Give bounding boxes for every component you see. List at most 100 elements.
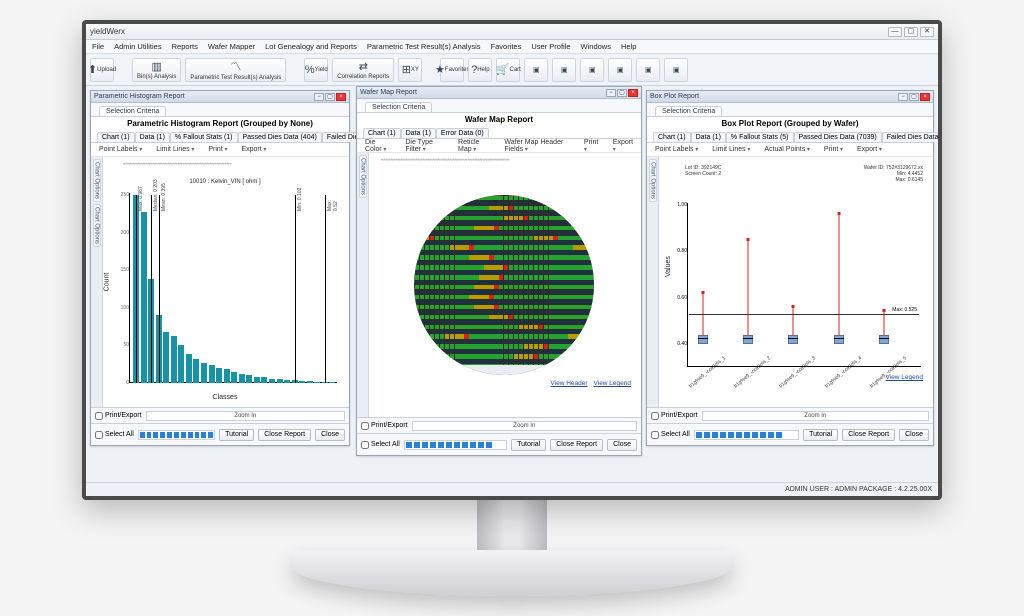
wafer-window-title[interactable]: Wafer Map Report −▢× (357, 87, 641, 99)
subtab[interactable]: % Fallout Stats (1) (170, 132, 238, 142)
zoom-in-button[interactable]: Zoom In (702, 411, 929, 421)
maximize-button[interactable]: ▢ (904, 27, 918, 37)
toolbar-extra-1[interactable]: ▣ (552, 58, 576, 82)
option-point-labels[interactable]: Point Labels (651, 145, 702, 154)
dock-close-icon[interactable]: × (920, 93, 930, 101)
menu-favorites[interactable]: Favorites (491, 42, 522, 51)
subtab[interactable]: Data (1) (691, 132, 726, 142)
side-panel-tab[interactable]: Chart Options (93, 204, 101, 247)
option-export[interactable]: Export (609, 138, 637, 154)
toolbar-bins-button[interactable]: ▥Bin(s) Analysis (132, 58, 181, 82)
subtab[interactable]: Chart (1) (97, 132, 135, 142)
close-button[interactable]: Close (899, 429, 929, 441)
option-limit-lines[interactable]: Limit Lines (152, 145, 198, 154)
option-export[interactable]: Export (853, 145, 886, 154)
select-all-checkbox[interactable]: Select All (361, 441, 400, 449)
subtab[interactable]: Passed Dies Data (404) (238, 132, 322, 142)
subtab[interactable]: Chart (1) (653, 132, 691, 142)
toolbar-cart-button[interactable]: 🛒Cart (496, 58, 520, 82)
toolbar-fav-button[interactable]: ★Favorites (440, 58, 464, 82)
option-print[interactable]: Print (820, 145, 847, 154)
dock-min-icon[interactable]: − (898, 93, 908, 101)
dock-min-icon[interactable]: − (606, 89, 616, 97)
view-legend-link[interactable]: View Legend (594, 380, 631, 387)
option-actual-points[interactable]: Actual Points (760, 145, 814, 154)
dock-close-icon[interactable]: × (628, 89, 638, 97)
menu-file[interactable]: File (92, 42, 104, 51)
dock-min-icon[interactable]: − (314, 93, 324, 101)
subtab[interactable]: Data (1) (401, 128, 436, 138)
option-print[interactable]: Print (580, 138, 603, 154)
select-all-checkbox[interactable]: Select All (651, 431, 690, 439)
menu-admin-utilities[interactable]: Admin Utilities (114, 42, 162, 51)
option-export[interactable]: Export (237, 145, 270, 154)
toolbar-corr-button[interactable]: ⇄Correlation Reports (332, 58, 394, 82)
wafer-map-plot[interactable]: ≈≈≈≈≈≈≈≈≈≈≈≈≈≈≈≈≈≈≈≈≈≈≈≈≈≈≈≈≈≈≈≈≈≈≈≈≈≈≈≈… (371, 157, 637, 413)
option-die-type-filter[interactable]: Die Type Filter (401, 138, 448, 154)
toolbar-xy-button[interactable]: ⊞XY (398, 58, 422, 82)
zoom-in-button[interactable]: Zoom In (412, 421, 637, 431)
boxplot-window-title-text: Box Plot Report (650, 93, 699, 100)
toolbar-extra-3[interactable]: ▣ (608, 58, 632, 82)
toolbar-ptr-button[interactable]: 〽Parametric Test Result(s) Analysis (185, 58, 286, 82)
selection-criteria-tab[interactable]: Selection Criteria (365, 102, 432, 112)
close-button[interactable]: ✕ (920, 27, 934, 37)
view-header-link[interactable]: View Header (550, 380, 587, 387)
toolbar-extra-4[interactable]: ▣ (636, 58, 660, 82)
select-all-checkbox[interactable]: Select All (95, 431, 134, 439)
option-point-labels[interactable]: Point Labels (95, 145, 146, 154)
dock-max-icon[interactable]: ▢ (909, 93, 919, 101)
close-report-button[interactable]: Close Report (842, 429, 895, 441)
toolbar-extra-5[interactable]: ▣ (664, 58, 688, 82)
option-die-color[interactable]: Die Color (361, 138, 395, 154)
tutorial-button[interactable]: Tutorial (219, 429, 254, 441)
selection-criteria-tab[interactable]: Selection Criteria (655, 106, 722, 116)
print-export-checkbox[interactable]: Print/Export (361, 422, 408, 430)
print-export-checkbox[interactable]: Print/Export (95, 412, 142, 420)
close-report-button[interactable]: Close Report (550, 439, 603, 451)
toolbar-help-button[interactable]: ?Help (468, 58, 492, 82)
menu-parametric-test-result-s-analysis[interactable]: Parametric Test Result(s) Analysis (367, 42, 481, 51)
zoom-in-button[interactable]: Zoom In (146, 411, 345, 421)
subtab[interactable]: Error Data (0) (436, 128, 489, 138)
subtab[interactable]: Passed Dies Data (7039) (794, 132, 882, 142)
toolbar-extra-0[interactable]: ▣ (524, 58, 548, 82)
tutorial-button[interactable]: Tutorial (511, 439, 546, 451)
dock-close-icon[interactable]: × (336, 93, 346, 101)
close-button[interactable]: Close (607, 439, 637, 451)
histogram-plot[interactable]: ≈≈≈≈≈≈≈≈≈≈≈≈≈≈≈≈≈≈≈≈≈≈≈≈≈≈≈≈≈≈≈≈≈≈≈≈≈≈≈≈… (105, 161, 345, 403)
menu-reports[interactable]: Reports (172, 42, 198, 51)
toolbar-extra-2[interactable]: ▣ (580, 58, 604, 82)
menu-user-profile[interactable]: User Profile (531, 42, 570, 51)
menu-windows[interactable]: Windows (581, 42, 611, 51)
print-export-checkbox[interactable]: Print/Export (651, 412, 698, 420)
menu-wafer-mapper[interactable]: Wafer Mapper (208, 42, 255, 51)
side-panel-tab[interactable]: Chart Options (649, 159, 657, 202)
subtab[interactable]: Chart (1) (363, 128, 401, 138)
box-plot[interactable]: Lot ID: 392149C Screen Count: 2 Wafer ID… (661, 161, 929, 403)
side-panel-tab[interactable]: Chart Options (93, 159, 101, 202)
toolbar-yield-button[interactable]: %Yield (304, 58, 328, 82)
view-legend-link[interactable]: View Legend (886, 374, 923, 381)
subtab[interactable]: % Fallout Stats (5) (726, 132, 794, 142)
menu-help[interactable]: Help (621, 42, 636, 51)
dock-max-icon[interactable]: ▢ (617, 89, 627, 97)
subtab[interactable]: Data (1) (135, 132, 170, 142)
option-reticle-map[interactable]: Reticle Map (454, 138, 494, 154)
option-print[interactable]: Print (204, 145, 231, 154)
close-button[interactable]: Close (315, 429, 345, 441)
minimize-button[interactable]: — (888, 27, 902, 37)
side-panel-tab[interactable]: Chart Options (359, 155, 367, 198)
subtab[interactable]: Failed Dies Data (0) (882, 132, 938, 142)
option-wafer-map-header-fields[interactable]: Wafer Map Header Fields (500, 138, 574, 154)
selection-criteria-tab[interactable]: Selection Criteria (99, 106, 166, 116)
menu-lot-genealogy-and-reports[interactable]: Lot Genealogy and Reports (265, 42, 357, 51)
option-limit-lines[interactable]: Limit Lines (708, 145, 754, 154)
boxplot-window-title[interactable]: Box Plot Report −▢× (647, 91, 933, 103)
boxplot-options-row: Point Labels Limit Lines Actual Points Prin… (647, 143, 933, 157)
close-report-button[interactable]: Close Report (258, 429, 311, 441)
toolbar-upload-button[interactable]: ⬆Upload (90, 58, 114, 82)
histogram-window-title[interactable]: Parametric Histogram Report −▢× (91, 91, 349, 103)
dock-max-icon[interactable]: ▢ (325, 93, 335, 101)
tutorial-button[interactable]: Tutorial (803, 429, 838, 441)
